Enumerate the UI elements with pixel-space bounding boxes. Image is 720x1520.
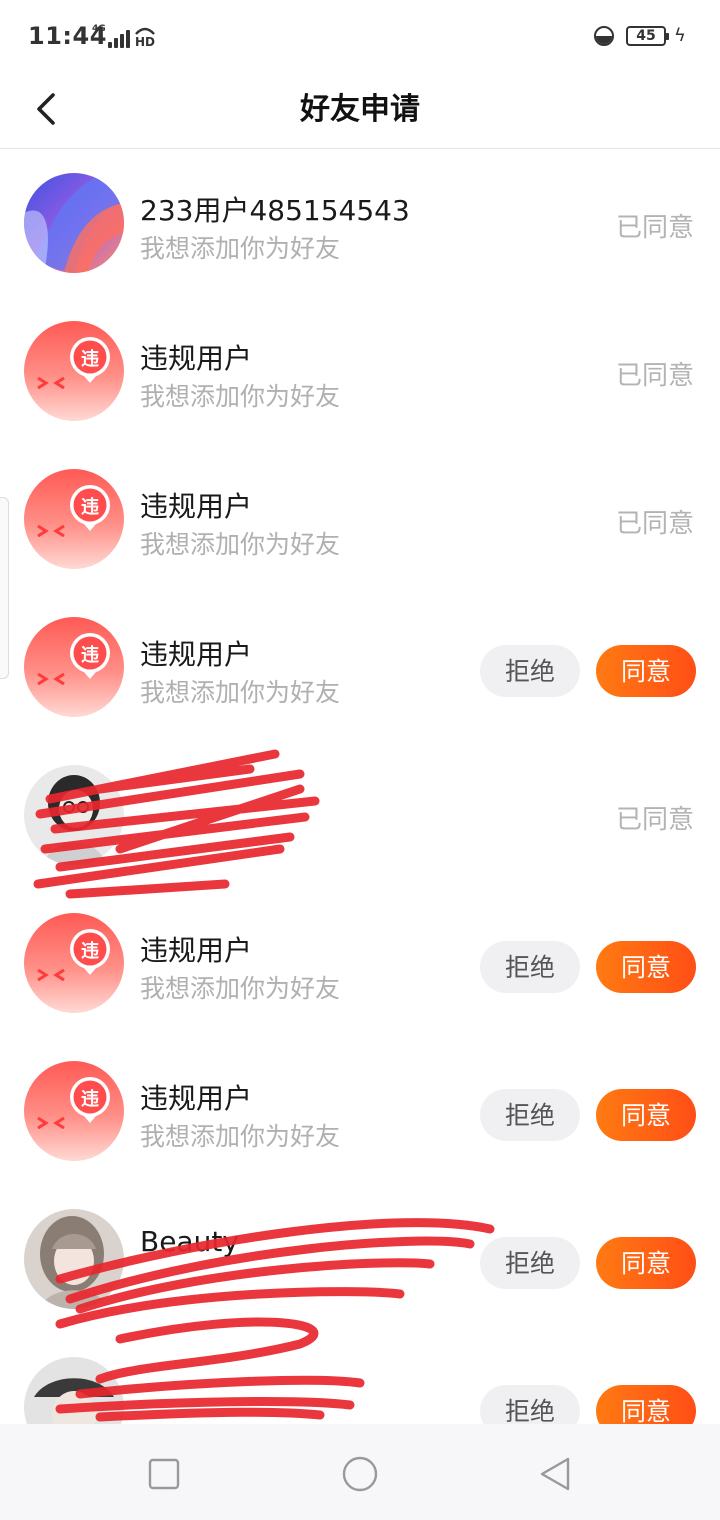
reject-button[interactable]: 拒绝 bbox=[480, 1237, 580, 1289]
battery-icon: 45 bbox=[626, 26, 669, 46]
request-message: 我想添加你为好友 bbox=[140, 974, 341, 1003]
avatar[interactable] bbox=[24, 173, 124, 273]
friend-request-list: 233用户485154543 我想添加你为好友 已同意 违 违规用户 我想添加你… bbox=[0, 149, 720, 1424]
requester-name: 违规用户 bbox=[140, 1082, 253, 1115]
accept-button[interactable]: 同意 bbox=[596, 645, 696, 697]
reject-button[interactable]: 拒绝 bbox=[480, 1385, 580, 1424]
list-item[interactable]: 已同意 bbox=[0, 741, 720, 889]
violation-badge-text: 违 bbox=[81, 644, 99, 666]
avatar[interactable] bbox=[24, 765, 124, 865]
violation-badge-text: 违 bbox=[81, 348, 99, 370]
recent-apps-button[interactable] bbox=[144, 1454, 184, 1494]
list-item[interactable]: 违 违规用户 我想添加你为好友 拒绝 同意 bbox=[0, 593, 720, 741]
requester-name: 违规用户 bbox=[140, 638, 253, 671]
network-indicator: 4G HD bbox=[92, 24, 162, 49]
nav-back-button[interactable] bbox=[536, 1454, 576, 1494]
violation-badge-text: 违 bbox=[81, 940, 99, 962]
avatar[interactable] bbox=[24, 1357, 124, 1424]
header: 好友申请 bbox=[0, 74, 720, 149]
reject-button[interactable]: 拒绝 bbox=[480, 941, 580, 993]
list-item[interactable]: 违 违规用户 我想添加你为好友 已同意 bbox=[0, 445, 720, 593]
list-item[interactable]: 拒绝 同意 bbox=[0, 1333, 720, 1424]
status-right: 45 ϟ bbox=[594, 24, 694, 50]
reject-button[interactable]: 拒绝 bbox=[480, 645, 580, 697]
violation-avatar[interactable]: 违 bbox=[24, 1061, 124, 1161]
request-message: 我想添加你为好友 bbox=[140, 382, 341, 411]
violation-badge-text: 违 bbox=[81, 1088, 99, 1110]
list-item[interactable]: 违 违规用户 我想添加你为好友 拒绝 同意 bbox=[0, 889, 720, 1037]
triangle-left-icon bbox=[540, 1457, 570, 1491]
hd-badge: HD bbox=[135, 35, 156, 49]
list-item[interactable]: 违 违规用户 我想添加你为好友 已同意 bbox=[0, 297, 720, 445]
accept-button[interactable]: 同意 bbox=[596, 941, 696, 993]
status-bar: 11:44 4G HD 45 ϟ bbox=[0, 0, 720, 74]
home-button[interactable] bbox=[340, 1454, 380, 1494]
network-type: 4G bbox=[92, 24, 106, 34]
square-icon bbox=[148, 1458, 180, 1490]
page-title: 好友申请 bbox=[300, 92, 420, 127]
request-message: 我想添加你为好友 bbox=[140, 234, 341, 263]
violation-badge-text: 违 bbox=[81, 496, 99, 518]
avatar[interactable] bbox=[24, 1209, 124, 1309]
request-message: 我想添加你为好友 bbox=[140, 530, 341, 559]
accept-button[interactable]: 同意 bbox=[596, 1089, 696, 1141]
violation-avatar[interactable]: 违 bbox=[24, 469, 124, 569]
data-saver-icon bbox=[594, 26, 614, 46]
status-accepted: 已同意 bbox=[615, 805, 694, 835]
accept-button[interactable]: 同意 bbox=[596, 1385, 696, 1424]
signal-icon bbox=[108, 30, 132, 48]
requester-name: 违规用户 bbox=[140, 490, 253, 523]
list-item[interactable]: Beauty 拒绝 同意 bbox=[0, 1185, 720, 1333]
charging-icon: ϟ bbox=[674, 25, 686, 46]
list-item[interactable]: 233用户485154543 我想添加你为好友 已同意 bbox=[0, 149, 720, 297]
list-item[interactable]: 违 违规用户 我想添加你为好友 拒绝 同意 bbox=[0, 1037, 720, 1185]
reject-button[interactable]: 拒绝 bbox=[480, 1089, 580, 1141]
requester-name: 233用户485154543 bbox=[140, 194, 410, 227]
requester-name: Beauty bbox=[140, 1225, 239, 1258]
request-message: 我想添加你为好友 bbox=[140, 1122, 341, 1151]
request-message: 我想添加你为好友 bbox=[140, 678, 341, 707]
requester-name: 违规用户 bbox=[140, 934, 253, 967]
violation-avatar[interactable]: 违 bbox=[24, 913, 124, 1013]
status-accepted: 已同意 bbox=[615, 509, 694, 539]
status-accepted: 已同意 bbox=[615, 213, 694, 243]
status-accepted: 已同意 bbox=[615, 361, 694, 391]
requester-name: 违规用户 bbox=[140, 342, 253, 375]
accept-button[interactable]: 同意 bbox=[596, 1237, 696, 1289]
circle-icon bbox=[342, 1456, 378, 1492]
violation-avatar[interactable]: 违 bbox=[24, 321, 124, 421]
violation-avatar[interactable]: 违 bbox=[24, 617, 124, 717]
system-navigation-bar bbox=[0, 1424, 720, 1520]
